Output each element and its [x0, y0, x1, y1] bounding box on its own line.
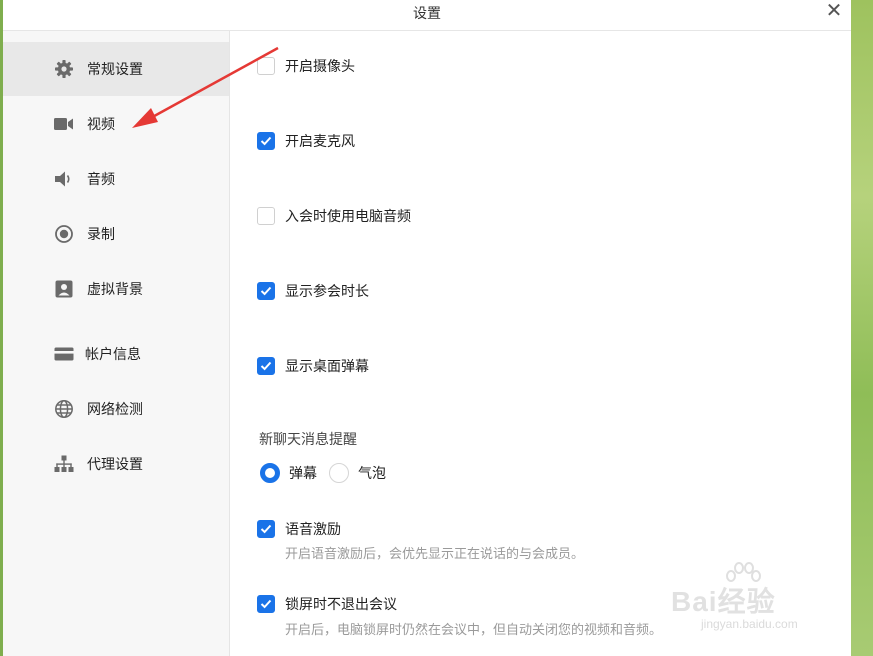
sidebar: 常规设置 视频 音频 录制 虚拟背景 帐户信息 网络检测 代理设置: [3, 31, 230, 656]
checkmark-icon: [260, 286, 272, 296]
option-show-duration[interactable]: 显示参会时长: [257, 281, 369, 301]
checkbox[interactable]: [257, 520, 275, 538]
checkbox[interactable]: [257, 357, 275, 375]
checkbox[interactable]: [257, 57, 275, 75]
checkbox[interactable]: [257, 595, 275, 613]
option-label: 入会时使用电脑音频: [285, 209, 411, 225]
background-right: [850, 0, 873, 656]
sidebar-item-label: 录制: [87, 227, 115, 243]
lock-screen-desc: 开启后，电脑锁屏时仍然在会议中，但自动关闭您的视频和音频。: [285, 623, 663, 638]
sidebar-item-account[interactable]: 帐户信息: [3, 327, 229, 381]
close-icon: ✕: [825, 0, 843, 22]
window-title: 设置: [413, 6, 441, 22]
radio-label: 气泡: [358, 466, 386, 482]
radio-danmaku[interactable]: [260, 463, 280, 483]
option-label: 显示桌面弹幕: [285, 359, 369, 375]
option-label: 开启麦克风: [285, 134, 355, 150]
sidebar-item-label: 网络检测: [87, 402, 143, 418]
option-computer-audio[interactable]: 入会时使用电脑音频: [257, 206, 411, 226]
checkmark-icon: [260, 361, 272, 371]
sidebar-item-label: 代理设置: [87, 457, 143, 473]
option-label: 开启摄像头: [285, 59, 355, 75]
sidebar-item-video[interactable]: 视频: [3, 97, 229, 151]
option-voice-motivation[interactable]: 语音激励: [257, 519, 341, 539]
checkmark-icon: [260, 524, 272, 534]
radio-label: 弹幕: [289, 466, 317, 482]
card-icon: [53, 343, 75, 365]
sidebar-item-network[interactable]: 网络检测: [3, 382, 229, 436]
option-desktop-danmaku[interactable]: 显示桌面弹幕: [257, 356, 369, 376]
chat-notify-title: 新聊天消息提醒: [259, 432, 357, 448]
sidebar-item-label: 常规设置: [87, 62, 143, 78]
checkmark-icon: [260, 136, 272, 146]
record-icon: [53, 223, 75, 245]
checkbox[interactable]: [257, 207, 275, 225]
sidebar-item-proxy[interactable]: 代理设置: [3, 437, 229, 491]
option-label: 显示参会时长: [285, 284, 369, 300]
title-bar: 设置 ✕: [3, 0, 851, 31]
portrait-icon: [53, 278, 75, 300]
sidebar-item-virtual-bg[interactable]: 虚拟背景: [3, 262, 229, 316]
sidebar-item-label: 音频: [87, 172, 115, 188]
network-tree-icon: [53, 453, 75, 475]
option-label: 锁屏时不退出会议: [285, 597, 397, 613]
settings-content: 开启摄像头 开启麦克风 入会时使用电脑音频 显示参会时长 显示桌面弹幕 新聊天消…: [230, 31, 851, 656]
close-button[interactable]: ✕: [821, 0, 847, 22]
radio-bubble[interactable]: [329, 463, 349, 483]
option-enable-mic[interactable]: 开启麦克风: [257, 131, 355, 151]
sidebar-item-audio[interactable]: 音频: [3, 152, 229, 206]
checkbox[interactable]: [257, 132, 275, 150]
globe-icon: [53, 398, 75, 420]
settings-window: 设置 ✕ 常规设置 视频 音频 录制 虚拟背景 帐户信息 网络检测 代理设置 开…: [3, 0, 851, 656]
video-camera-icon: [53, 113, 75, 135]
chat-notify-radio-group: 弹幕 气泡: [260, 463, 398, 483]
checkmark-icon: [260, 599, 272, 609]
sidebar-item-label: 帐户信息: [85, 347, 141, 363]
checkbox[interactable]: [257, 282, 275, 300]
option-lock-screen[interactable]: 锁屏时不退出会议: [257, 594, 397, 614]
gear-icon: [53, 58, 75, 80]
sidebar-item-label: 虚拟背景: [87, 282, 143, 298]
option-label: 语音激励: [285, 522, 341, 538]
sidebar-item-label: 视频: [87, 117, 115, 133]
option-enable-camera[interactable]: 开启摄像头: [257, 56, 355, 76]
sidebar-item-general[interactable]: 常规设置: [3, 42, 229, 96]
sidebar-item-record[interactable]: 录制: [3, 207, 229, 261]
voice-motivation-desc: 开启语音激励后，会优先显示正在说话的与会成员。: [285, 547, 585, 562]
speaker-icon: [53, 168, 75, 190]
